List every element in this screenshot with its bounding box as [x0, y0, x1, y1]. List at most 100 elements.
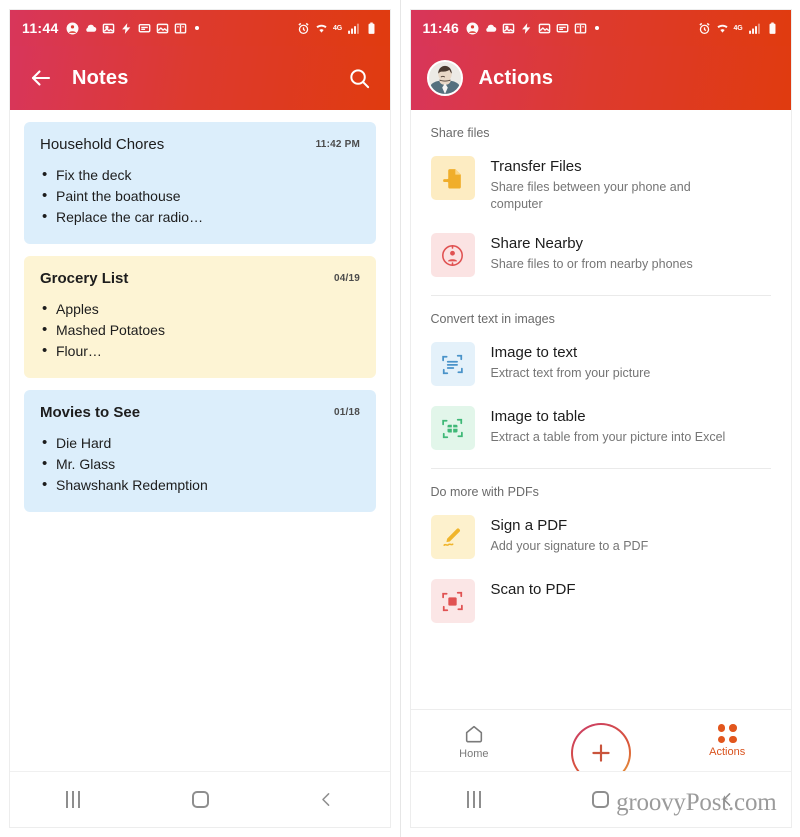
tab-home[interactable]: Home [411, 723, 538, 760]
tab-actions[interactable]: Actions [664, 724, 791, 758]
person-circle-icon-tile [430, 233, 475, 277]
scan-pdf-icon-tile [430, 579, 475, 623]
actions-scroll-area[interactable]: Share files Transfer Files Share files b… [410, 110, 791, 773]
scan-table-icon [442, 418, 463, 438]
status-clock: 11:44 [22, 20, 59, 36]
action-row-scan-to-pdf[interactable]: Scan to PDF [411, 569, 791, 633]
note-item: Apples [40, 298, 360, 320]
network-label: 4G [333, 24, 342, 32]
file-transfer-icon-tile [430, 156, 475, 200]
action-title: Transfer Files [490, 158, 582, 175]
home-square-icon [191, 791, 209, 808]
section-pdfs: Do more with PDFs Sign a PDF Add your si… [411, 469, 791, 633]
note-header: Household Chores 11:42 PM [40, 136, 360, 153]
avatar[interactable] [426, 60, 463, 96]
scan-table-icon-tile [430, 406, 475, 450]
left-android-nav-bar [10, 771, 390, 827]
section-convert-text: Convert text in images Image to text Ext… [411, 296, 791, 460]
section-title: Convert text in images [430, 312, 555, 326]
note-card[interactable]: Household Chores 11:42 PM Fix the deck P… [24, 122, 376, 244]
pen-signature-icon-tile [430, 515, 475, 559]
recents-button[interactable] [411, 791, 538, 808]
note-item: Replace the car radio… [40, 206, 360, 228]
scan-pdf-icon [442, 591, 463, 611]
action-row-share-nearby[interactable]: Share Nearby Share files to or from near… [411, 223, 791, 287]
note-header: Grocery List 04/19 [40, 270, 360, 287]
right-app-bar: Actions [410, 46, 791, 110]
gallery-icon [156, 23, 168, 33]
user-avatar-image [428, 62, 461, 94]
left-phone-screenshot: 11:44 4G Notes Household Chores 11:42 PM… [0, 0, 401, 837]
pen-signature-icon [443, 527, 460, 546]
home-square-icon [592, 791, 609, 808]
cloud-icon [85, 24, 96, 32]
left-app-bar: Notes [10, 46, 390, 110]
action-text: Sign a PDF Add your signature to a PDF [491, 515, 649, 555]
book-icon [574, 22, 587, 34]
alarm-icon [698, 22, 710, 34]
book-icon [174, 22, 186, 34]
note-timestamp: 04/19 [333, 273, 360, 284]
note-items: Die Hard Mr. Glass Shawshank Redemption [40, 432, 360, 496]
note-title: Movies to See [40, 404, 141, 421]
dual-screenshot: 11:44 4G Notes Household Chores 11:42 PM… [0, 0, 800, 837]
system-back-button[interactable] [263, 790, 390, 809]
tab-home-label: Home [459, 747, 489, 760]
right-phone-screen: 11:46 4G Actions Share files Transfer Fi… [409, 9, 792, 828]
action-text: Image to table Extract a table from your… [491, 406, 726, 446]
page-title: Notes [72, 66, 129, 89]
action-title: Share Nearby [490, 235, 584, 252]
action-row-sign-a-pdf[interactable]: Sign a PDF Add your signature to a PDF [411, 505, 791, 569]
right-status-bar: 11:46 4G [410, 10, 791, 46]
action-subtitle: Add your signature to a PDF [490, 539, 649, 553]
back-button[interactable] [26, 63, 56, 93]
dot-icon [595, 26, 600, 30]
note-item: Shawshank Redemption [40, 474, 360, 496]
home-button[interactable] [137, 791, 264, 808]
photos-icon [502, 23, 515, 33]
action-title: Image to text [490, 344, 578, 361]
scan-text-icon [442, 354, 463, 374]
battery-icon [368, 22, 375, 34]
action-row-image-to-text[interactable]: Image to text Extract text from your pic… [411, 332, 791, 396]
account-icon [66, 22, 79, 34]
action-text: Image to text Extract text from your pic… [491, 342, 651, 382]
note-item: Fix the deck [40, 164, 360, 186]
action-subtitle: Extract text from your picture [490, 366, 651, 380]
cloud-icon [486, 24, 497, 32]
left-phone-screen: 11:44 4G Notes Household Chores 11:42 PM… [9, 9, 391, 828]
note-item: Die Hard [40, 432, 360, 454]
note-timestamp: 01/18 [333, 407, 360, 418]
action-title: Sign a PDF [490, 517, 568, 534]
action-text: Scan to PDF [491, 579, 576, 602]
note-card[interactable]: Movies to See 01/18 Die Hard Mr. Glass S… [24, 390, 376, 512]
plus-icon [591, 744, 610, 762]
right-phone-screenshot: 11:46 4G Actions Share files Transfer Fi… [400, 0, 800, 837]
photos-icon [102, 23, 114, 33]
action-title: Image to table [490, 408, 586, 425]
action-row-image-to-table[interactable]: Image to table Extract a table from your… [411, 396, 791, 460]
note-card[interactable]: Grocery List 04/19 Apples Mashed Potatoe… [24, 256, 376, 378]
gallery-icon [538, 23, 551, 33]
message-icon [556, 23, 569, 32]
note-item: Mr. Glass [40, 453, 360, 475]
status-icons-left [466, 22, 698, 35]
arrow-left-icon [31, 70, 51, 86]
status-icons-right: 4G [698, 22, 779, 35]
status-icons-right: 4G [297, 22, 378, 35]
alarm-icon [298, 22, 309, 34]
recents-button[interactable] [10, 791, 137, 808]
account-icon [466, 22, 479, 34]
network-label: 4G [733, 24, 743, 32]
note-title: Grocery List [40, 270, 129, 287]
action-text: Transfer Files Share files between your … [491, 156, 741, 213]
action-subtitle: Share files to or from nearby phones [490, 257, 693, 271]
recents-icon [466, 791, 481, 808]
note-items: Fix the deck Paint the boathouse Replace… [40, 164, 360, 228]
note-timestamp: 11:42 PM [315, 139, 360, 150]
action-row-transfer-files[interactable]: Transfer Files Share files between your … [411, 146, 791, 223]
section-title: Do more with PDFs [430, 485, 539, 499]
search-button[interactable] [344, 63, 374, 93]
signal-icon [748, 23, 760, 34]
flash-icon [121, 22, 130, 34]
